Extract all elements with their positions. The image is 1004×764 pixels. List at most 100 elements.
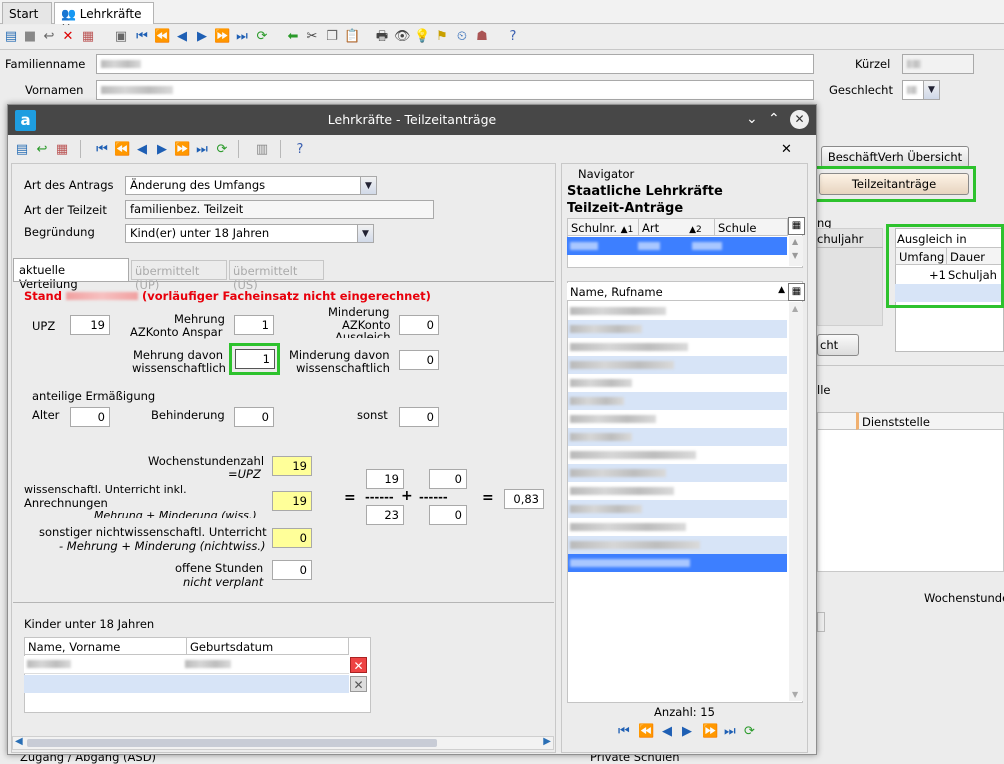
col-schule[interactable]: Schule bbox=[714, 218, 788, 236]
prev-icon[interactable]: ◀ bbox=[662, 724, 672, 739]
list-item[interactable] bbox=[568, 518, 787, 536]
scroll-thumb[interactable] bbox=[27, 739, 437, 747]
minderung-azkonto-field[interactable]: 0 bbox=[399, 315, 439, 335]
minimize-icon[interactable]: ⌄ bbox=[746, 111, 758, 127]
behinderung-field[interactable]: 0 bbox=[234, 407, 274, 427]
tab-lehrkraefte[interactable]: 👥 Lehrkräfte ✕ bbox=[54, 2, 154, 35]
art-antrag-select[interactable]: Änderung des Umfangs ▼ bbox=[125, 176, 377, 195]
help-icon[interactable]: ? bbox=[292, 142, 308, 158]
arrow-left-icon[interactable]: ⬅ bbox=[285, 29, 301, 45]
vertical-scrollbar[interactable]: ▲ ▼ bbox=[789, 236, 803, 266]
calc-bottom1[interactable]: 23 bbox=[366, 505, 404, 525]
field-stub[interactable] bbox=[817, 612, 825, 632]
beschaeft-uebersicht-button[interactable]: BeschäftVerh Übersicht bbox=[821, 146, 969, 168]
sonst-field[interactable]: 0 bbox=[399, 407, 439, 427]
sonst-unterricht-field[interactable]: 0 bbox=[272, 528, 312, 548]
scroll-right-icon[interactable]: ▶ bbox=[543, 736, 551, 747]
col-name[interactable]: Name, Rufname ▲ bbox=[567, 283, 788, 301]
broom-icon[interactable]: ⚑ bbox=[434, 29, 450, 45]
kinder-col-geburtsdatum[interactable]: Geburtsdatum bbox=[186, 637, 349, 655]
next-icon[interactable]: ▶ bbox=[154, 142, 170, 158]
col-schulnr[interactable]: Schulnr. ▲1 bbox=[567, 218, 639, 236]
list-item[interactable] bbox=[568, 536, 787, 554]
cht-button[interactable]: cht bbox=[817, 334, 859, 356]
help-icon[interactable]: ? bbox=[505, 29, 521, 45]
list-item[interactable] bbox=[568, 554, 787, 572]
next-icon[interactable]: ▶ bbox=[194, 29, 210, 45]
begruendung-select[interactable]: Kind(er) unter 18 Jahren ▼ bbox=[125, 224, 374, 243]
list-item[interactable] bbox=[568, 410, 787, 428]
table-row-selected[interactable] bbox=[567, 237, 787, 255]
bulb-icon[interactable]: 💡 bbox=[414, 29, 430, 45]
close-icon[interactable]: ✕ bbox=[790, 110, 809, 129]
print-icon[interactable]: 🖶 bbox=[374, 29, 390, 45]
cut-icon[interactable]: ✂ bbox=[304, 29, 320, 45]
copy-icon[interactable]: ❐ bbox=[324, 29, 340, 45]
last-icon[interactable]: ⏭ bbox=[234, 29, 250, 45]
fast-forward-icon[interactable]: ⏩ bbox=[702, 724, 718, 739]
table-row[interactable] bbox=[24, 656, 349, 674]
copy-icon[interactable]: ▣ bbox=[113, 29, 129, 45]
clear-row-icon[interactable]: ✕ bbox=[350, 676, 367, 692]
wochenstunden-field[interactable]: 19 bbox=[272, 456, 312, 476]
refresh-icon[interactable]: ⟳ bbox=[214, 142, 230, 158]
kinder-col-name[interactable]: Name, Vorname bbox=[24, 637, 187, 655]
delete-icon[interactable]: ✕ bbox=[60, 29, 76, 45]
paste-icon[interactable]: 📋 bbox=[344, 29, 360, 45]
tab-uebermittelt-us[interactable]: übermittelt (US) bbox=[229, 260, 324, 292]
fast-back-icon[interactable]: ⏪ bbox=[154, 29, 170, 45]
tab-uebermittelt-up[interactable]: übermittelt (UP) bbox=[131, 260, 227, 292]
horizontal-scrollbar[interactable]: ◀ ▶ bbox=[12, 736, 554, 750]
fast-forward-icon[interactable]: ⏩ bbox=[214, 29, 230, 45]
geschlecht-select[interactable]: ▼ bbox=[902, 80, 940, 100]
save-icon[interactable]: ■ bbox=[22, 29, 38, 45]
scroll-left-icon[interactable]: ◀ bbox=[15, 736, 23, 747]
list-item[interactable] bbox=[568, 320, 787, 338]
tab-aktuelle-verteilung[interactable]: aktuelle Verteilung bbox=[13, 258, 129, 291]
last-icon[interactable]: ⏭ bbox=[724, 724, 736, 739]
maximize-icon[interactable]: ⌃ bbox=[768, 111, 780, 127]
wiss-unterricht-field[interactable]: 19 bbox=[272, 491, 312, 511]
grid-icon[interactable]: ▥ bbox=[254, 142, 270, 158]
list-item[interactable] bbox=[568, 482, 787, 500]
fast-forward-icon[interactable]: ⏩ bbox=[174, 142, 190, 158]
alter-field[interactable]: 0 bbox=[70, 407, 110, 427]
first-icon[interactable]: ⏮ bbox=[94, 142, 110, 158]
mehrung-azkonto-field[interactable]: 1 bbox=[234, 315, 274, 335]
list-item[interactable] bbox=[568, 446, 787, 464]
list-item[interactable] bbox=[568, 374, 787, 392]
art-teilzeit-field[interactable]: familienbez. Teilzeit bbox=[125, 200, 434, 219]
list-item[interactable] bbox=[568, 302, 787, 320]
calc-result[interactable]: 0,83 bbox=[504, 489, 544, 509]
list-item[interactable] bbox=[568, 338, 787, 356]
undo-icon[interactable]: ↩ bbox=[41, 29, 57, 45]
prev-icon[interactable]: ◀ bbox=[174, 29, 190, 45]
save-icon[interactable]: ▤ bbox=[14, 142, 30, 158]
preview-icon[interactable]: 👁 bbox=[394, 29, 411, 45]
table-row[interactable] bbox=[24, 675, 349, 693]
list-item[interactable] bbox=[568, 500, 787, 518]
refresh-icon[interactable]: ⟳ bbox=[254, 29, 270, 45]
refresh-icon[interactable]: ⟳ bbox=[744, 724, 755, 739]
fast-back-icon[interactable]: ⏪ bbox=[114, 142, 130, 158]
report-icon[interactable]: ▦ bbox=[54, 142, 70, 158]
upz-field[interactable]: 19 bbox=[70, 315, 110, 335]
list-item[interactable] bbox=[568, 392, 787, 410]
vornamen-input[interactable] bbox=[96, 80, 814, 100]
offene-field[interactable]: 0 bbox=[272, 560, 312, 580]
list-item[interactable] bbox=[568, 428, 787, 446]
vertical-scrollbar[interactable]: ▲ ▼ bbox=[789, 302, 803, 701]
next-icon[interactable]: ▶ bbox=[682, 724, 692, 739]
first-icon[interactable]: ⏮ bbox=[134, 29, 150, 45]
first-icon[interactable]: ⏮ bbox=[618, 724, 630, 739]
minderung-wiss-field[interactable]: 0 bbox=[399, 350, 439, 370]
calc-bottom2[interactable]: 0 bbox=[429, 505, 467, 525]
person-icon[interactable]: ☗ bbox=[474, 29, 490, 45]
col-art[interactable]: Art ▲2 bbox=[638, 218, 715, 236]
undo-icon[interactable]: ↩ bbox=[34, 142, 50, 158]
list-item[interactable] bbox=[568, 356, 787, 374]
list-menu-icon[interactable]: ▦ bbox=[788, 283, 805, 301]
calc-top1[interactable]: 19 bbox=[366, 469, 404, 489]
report-icon[interactable]: ▦ bbox=[80, 29, 96, 45]
table-menu-icon[interactable]: ▦ bbox=[788, 217, 805, 235]
